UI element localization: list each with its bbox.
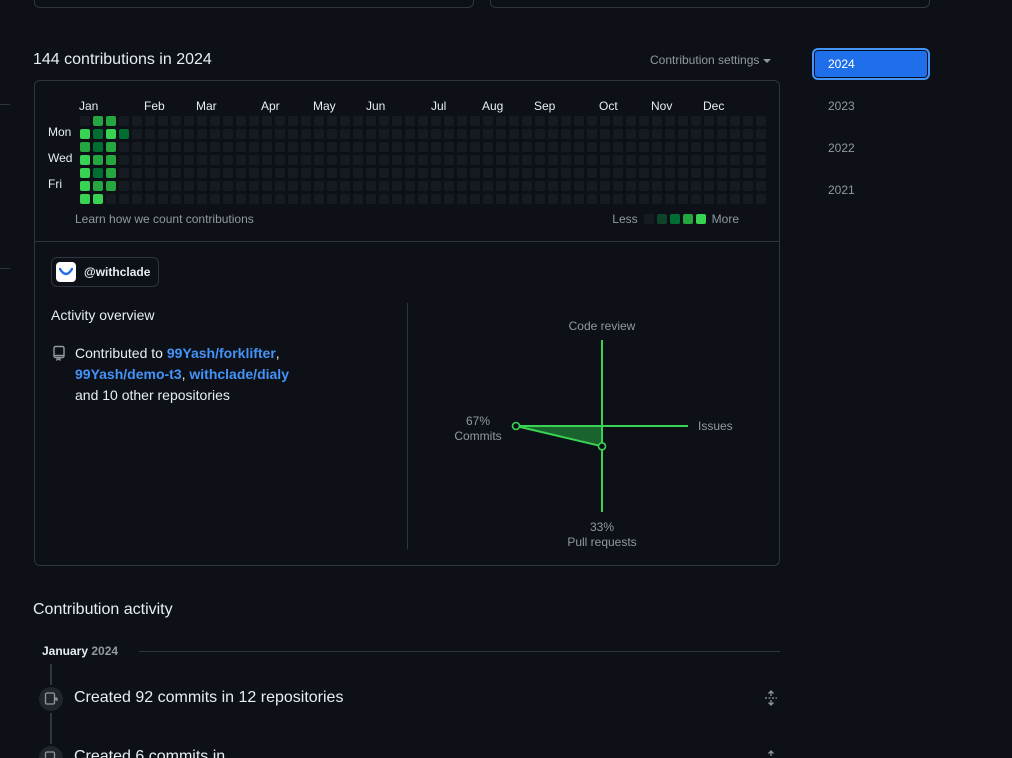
expand-icon[interactable] [764,690,778,711]
radar-pct-commits: 67% [466,414,490,428]
year-2023-button[interactable]: 2023 [812,90,930,122]
activity-month-heading: January 2024 [42,644,118,658]
activity-item-commits[interactable]: Created 6 commits in [74,748,225,758]
contributions-heading: 144 contributions in 2024 [33,51,212,68]
caret-down-icon [763,58,772,63]
year-selector: 2024 2023 2022 2021 [812,48,930,216]
year-2021-button[interactable]: 2021 [812,174,930,206]
contributions-panel: Jan Feb Mar Apr May Jun Jul Aug Sep Oct … [34,80,780,566]
contribution-settings-label: Contribution settings [650,53,760,67]
contribution-activity-heading: Contribution activity [33,601,173,618]
activity-item-commits[interactable]: Created 92 commits in 12 repositories [74,689,343,707]
left-divider [0,104,10,105]
radar-area [515,425,603,448]
profile-card-left [34,0,474,8]
expand-icon[interactable] [764,750,778,758]
contribution-settings-button[interactable]: Contribution settings [650,53,772,67]
month-divider [139,651,780,652]
radar-point-commits [511,421,521,431]
activity-radar-chart: Code review Issues 67% Commits 33% Pull … [454,319,733,549]
radar-label-code-review: Code review [569,319,636,333]
year-2022-button[interactable]: 2022 [812,132,930,164]
activity-month: January [42,644,89,658]
left-divider [0,268,10,269]
radar-pct-pull-requests: 33% [590,520,614,534]
radar-label-commits: Commits [454,429,501,443]
commit-activity-icon [37,685,65,713]
radar-label-pull-requests: Pull requests [567,535,636,549]
radar-label-issues: Issues [698,419,733,433]
profile-card-right [490,0,930,8]
year-2024-button[interactable]: 2024 [812,48,930,80]
radar-point-pull-requests [597,442,607,451]
activity-year: 2024 [91,644,119,658]
commit-activity-icon [37,744,65,758]
